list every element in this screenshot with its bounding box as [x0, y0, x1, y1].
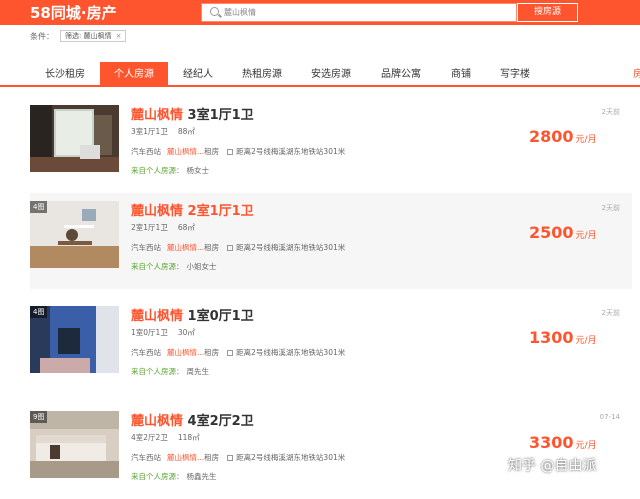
listing-source: 来自个人房源： 杨鑫先生 — [131, 472, 217, 481]
top-header: 58同城·房产 麓山枫情 搜房源 — [0, 0, 640, 25]
filter-chip-label: 筛选: 麓山枫情 — [65, 32, 112, 40]
listing-photo[interactable]: 4图 — [30, 201, 119, 268]
photo-count-badge: 9图 — [30, 411, 48, 423]
listing-card[interactable]: 4图 麓山枫情 1室0厅1卫 1室0厅1卫 30㎡ 汽车西站 麓山枫情...租房 距离… — [30, 298, 632, 394]
listing-title[interactable]: 麓山枫情 1室0厅1卫 — [131, 305, 254, 324]
watermark: 知乎 @自由派 — [508, 458, 597, 474]
filter-chip[interactable]: 筛选: 麓山枫情 × — [60, 30, 127, 42]
listing-meta: 1室0厅1卫 30㎡ — [131, 328, 195, 337]
listing-meta: 3室1厅1卫 88㎡ — [131, 127, 195, 136]
listing-time: 07-14 — [599, 413, 620, 421]
tab-offices[interactable]: 写字楼 — [486, 62, 544, 87]
tab-agents[interactable]: 经纪人 — [168, 62, 228, 87]
listing-source: 来自个人房源： 杨女士 — [131, 166, 209, 175]
listing-meta: 4室2厅2卫 118㎡ — [131, 433, 200, 442]
listing-time: 2天前 — [601, 108, 620, 116]
search-input[interactable]: 麓山枫情 — [201, 3, 517, 22]
listing-location: 汽车西站 麓山枫情...租房 距离2号线梅溪湖东地铁站301米 — [131, 243, 346, 252]
listing-time: 2天前 — [601, 309, 620, 317]
category-tabs: 长沙租房 个人房源 经纪人 热租房源 安选房源 品牌公寓 商铺 写字楼 房 — [0, 62, 640, 87]
subway-icon — [227, 455, 234, 461]
listing-meta: 2室1厅1卫 68㎡ — [131, 223, 195, 232]
listing-title[interactable]: 麓山枫情 4室2厅2卫 — [131, 410, 254, 429]
listing-price: 1300 元/月 — [529, 328, 597, 347]
tab-verified-listings[interactable]: 安选房源 — [296, 62, 366, 87]
listing-card[interactable]: 4图 麓山枫情 2室1厅1卫 2室1厅1卫 68㎡ 汽车西站 麓山枫情...租房 距离… — [30, 193, 632, 289]
listing-title[interactable]: 麓山枫情 2室1厅1卫 — [131, 200, 254, 219]
listing-price: 3300 元/月 — [529, 433, 597, 452]
close-icon[interactable]: × — [116, 32, 122, 40]
tab-changsha-rent[interactable]: 长沙租房 — [30, 62, 100, 87]
listing-title[interactable]: 麓山枫情 3室1厅1卫 — [131, 104, 254, 123]
listing-card[interactable]: 麓山枫情 3室1厅1卫 3室1厅1卫 88㎡ 汽车西站 麓山枫情...租房 距离2号线… — [30, 97, 632, 193]
listing-location: 汽车西站 麓山枫情...租房 距离2号线梅溪湖东地铁站301米 — [131, 147, 346, 156]
tab-hot-rentals[interactable]: 热租房源 — [228, 62, 296, 87]
subway-icon — [227, 245, 234, 251]
search-button[interactable]: 搜房源 — [517, 3, 578, 22]
tab-more[interactable]: 房 — [628, 62, 640, 87]
search-value[interactable]: 麓山枫情 — [224, 7, 256, 18]
listing-price: 2500 元/月 — [529, 223, 597, 242]
photo-count-badge: 4图 — [30, 306, 48, 318]
listing-photo[interactable]: 4图 — [30, 306, 119, 373]
listing-price: 2800 元/月 — [529, 127, 597, 146]
subway-icon — [227, 149, 234, 155]
listing-location: 汽车西站 麓山枫情...租房 距离2号线梅溪湖东地铁站301米 — [131, 348, 346, 357]
listing-source: 来自个人房源： 周先生 — [131, 367, 209, 376]
listing-source: 来自个人房源： 小姐女士 — [131, 262, 217, 271]
tab-shops[interactable]: 商铺 — [436, 62, 486, 87]
filter-label: 条件： — [30, 32, 54, 41]
listing-photo[interactable]: 9图 — [30, 411, 119, 478]
search-icon — [210, 7, 219, 16]
tab-brand-apartments[interactable]: 品牌公寓 — [366, 62, 436, 87]
listing-photo[interactable] — [30, 105, 119, 172]
site-logo[interactable]: 58同城·房产 — [30, 2, 117, 23]
listing-time: 2天前 — [601, 204, 620, 212]
subway-icon — [227, 350, 234, 356]
photo-count-badge: 4图 — [30, 201, 48, 213]
listing-location: 汽车西站 麓山枫情...租房 距离2号线梅溪湖东地铁站301米 — [131, 453, 346, 462]
tab-personal-listings[interactable]: 个人房源 — [100, 62, 168, 87]
listing-card[interactable]: 9图 麓山枫情 4室2厅2卫 4室2厅2卫 118㎡ 汽车西站 麓山枫情...租房距… — [30, 403, 632, 499]
